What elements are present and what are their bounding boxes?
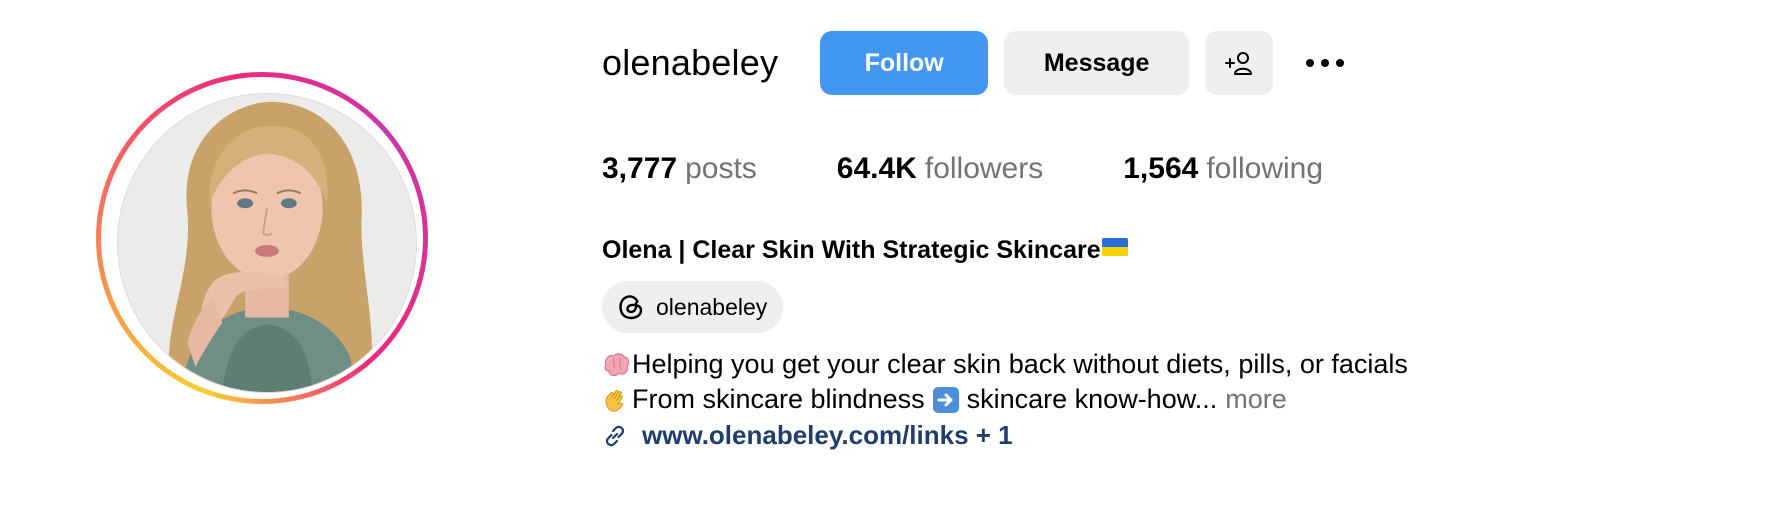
username: olenabeley [602, 42, 779, 83]
stat-followers-label: followers [924, 152, 1044, 185]
full-name-text: Olena | Clear Skin With Strategic Skinca… [602, 236, 1101, 264]
bio-line-2-text-b: skincare know-how... [966, 384, 1218, 414]
person-plus-icon [1225, 52, 1253, 75]
brain-icon [604, 352, 630, 376]
waving-hand-icon [605, 389, 624, 412]
follow-button[interactable]: Follow [820, 31, 989, 95]
profile-header: olenabeley Follow Message 3,777 posts 64.… [0, 0, 1772, 510]
bio-line: Helping you get your clear skin back wit… [602, 349, 1408, 380]
stat-following-value: 1,564 [1123, 152, 1199, 185]
stat-followers[interactable]: 64.4K followers [837, 152, 1043, 186]
threads-handle: olenabeley [656, 293, 768, 320]
more-options-button[interactable] [1297, 43, 1353, 83]
profile-stats: 3,777 posts 64.4K followers 1,564 following [602, 152, 1323, 186]
bio-line-2-text-a: From skincare blindness [632, 384, 925, 414]
suggest-accounts-button[interactable] [1205, 31, 1274, 95]
full-name: Olena | Clear Skin With Strategic Skinca… [602, 236, 1128, 265]
bio-link-text: www.olenabeley.com/links + 1 [642, 420, 1013, 450]
message-button[interactable]: Message [1004, 31, 1190, 95]
ukraine-flag-icon [1101, 238, 1128, 256]
stat-posts-label: posts [685, 152, 757, 185]
avatar-image [118, 94, 416, 392]
stat-following[interactable]: 1,564 following [1123, 152, 1323, 186]
avatar-ring-gap [101, 77, 423, 399]
threads-icon [616, 292, 646, 322]
profile-actions-row: olenabeley Follow Message [602, 30, 1353, 96]
right-arrow-icon [932, 386, 959, 413]
bio-link[interactable]: www.olenabeley.com/links + 1 [602, 420, 1013, 451]
stat-posts-value: 3,777 [602, 152, 678, 185]
ellipsis-icon [1306, 59, 1345, 67]
avatar[interactable] [117, 93, 417, 393]
bio-more-link[interactable]: more [1225, 384, 1287, 415]
threads-badge[interactable]: olenabeley [602, 281, 784, 333]
bio-line: From skincare blindness skincare know-ho… [602, 384, 1287, 415]
stat-followers-value: 64.4K [836, 152, 917, 185]
link-icon [602, 423, 628, 449]
bio-line-1-text: Helping you get your clear skin back wit… [632, 349, 1408, 379]
stat-following-label: following [1206, 152, 1324, 185]
story-ring[interactable] [96, 72, 428, 404]
stat-posts[interactable]: 3,777 posts [602, 152, 757, 186]
